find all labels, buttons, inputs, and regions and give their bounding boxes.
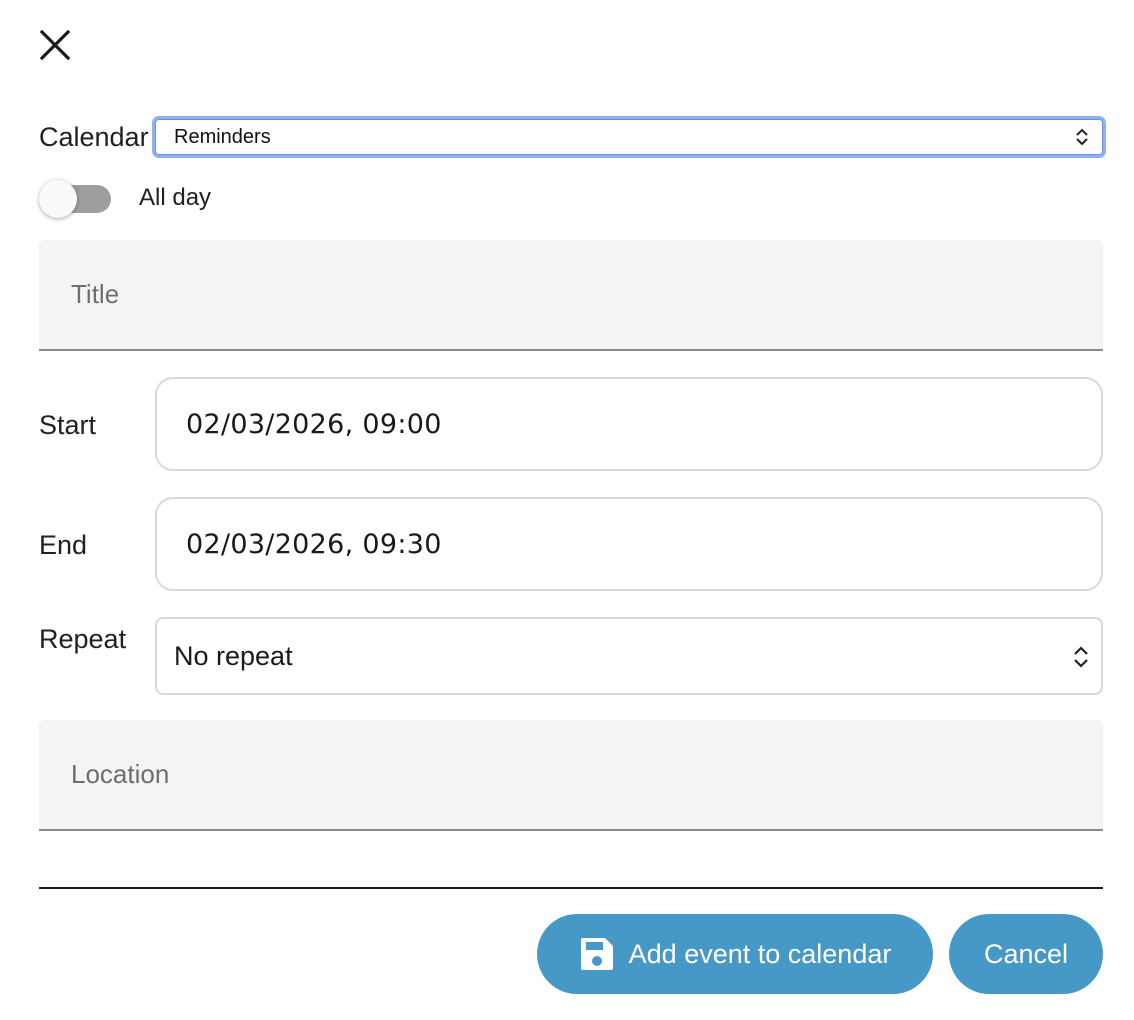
start-datetime-value: 02/03/2026, 09:00	[186, 408, 442, 440]
location-field	[39, 720, 1103, 831]
start-datetime-input[interactable]: 02/03/2026, 09:00	[155, 377, 1103, 471]
title-input[interactable]	[39, 240, 1103, 349]
end-label: End	[39, 530, 88, 560]
title-field	[39, 240, 1103, 351]
calendar-select-value: Reminders	[174, 125, 271, 148]
close-icon	[39, 29, 71, 61]
end-datetime-input[interactable]: 02/03/2026, 09:30	[155, 497, 1103, 591]
repeat-label: Repeat	[39, 624, 127, 654]
add-event-button[interactable]: Add event to calendar	[537, 914, 933, 994]
repeat-select-value: No repeat	[174, 640, 293, 671]
end-datetime-value: 02/03/2026, 09:30	[186, 528, 442, 560]
add-event-button-label: Add event to calendar	[628, 938, 892, 969]
toggle-thumb	[39, 180, 77, 218]
location-input[interactable]	[39, 720, 1103, 829]
all-day-label: All day	[139, 184, 212, 211]
all-day-toggle[interactable]	[39, 180, 111, 218]
add-event-dialog: Calendar Reminders All day Start 02/03/2…	[0, 0, 1134, 1020]
unfold-chevron-icon	[1076, 128, 1088, 146]
repeat-select[interactable]: No repeat	[155, 617, 1103, 695]
actions-divider	[39, 887, 1103, 889]
cancel-button[interactable]: Cancel	[949, 914, 1103, 994]
calendar-select[interactable]: Reminders	[152, 116, 1106, 158]
unfold-chevron-icon	[1074, 646, 1088, 668]
close-button[interactable]	[36, 26, 74, 64]
calendar-label: Calendar	[39, 122, 149, 152]
cancel-button-label: Cancel	[983, 938, 1069, 969]
start-label: Start	[39, 410, 97, 440]
floppy-disk-icon	[579, 936, 615, 972]
